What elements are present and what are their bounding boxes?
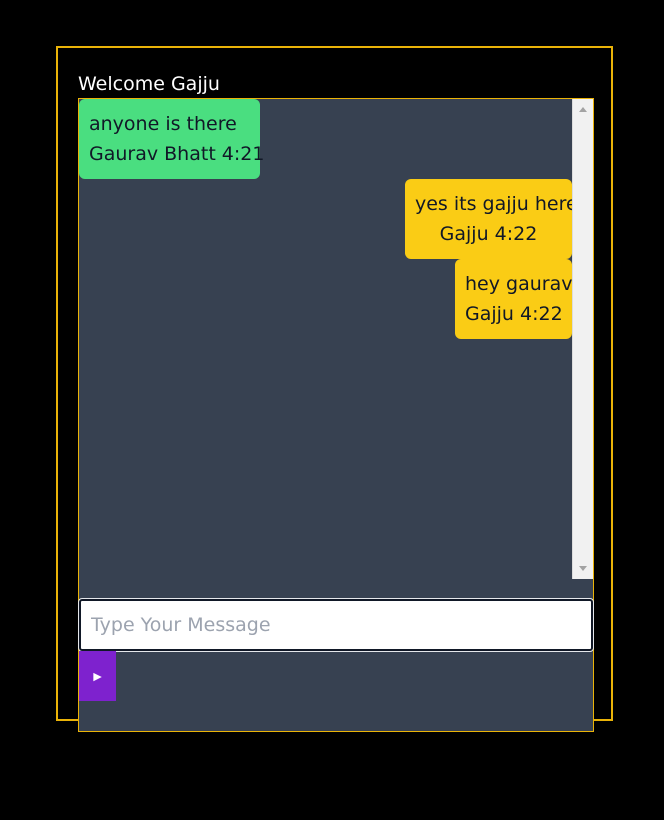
welcome-heading: Welcome Gajju [78,73,220,95]
message-bubble-outgoing: yes its gajju here Gajju 4:22 [405,179,578,259]
message-meta: Gajju 4:22 [439,223,538,245]
message-text: anyone is there [89,113,237,135]
message-text: yes its gajju here [415,193,578,215]
message-input[interactable] [81,601,591,649]
scroll-down-icon[interactable] [579,566,587,571]
message-input-wrapper [78,598,594,652]
message-meta: Gaurav Bhatt 4:21 [89,143,265,165]
message-text: hey gaurav [465,273,573,295]
message-scrollbar[interactable] [572,99,593,579]
scroll-up-icon[interactable] [579,107,587,112]
message-list: anyone is there Gaurav Bhatt 4:21 yes it… [79,99,578,579]
message-meta: Gajju 4:22 [465,303,563,325]
send-arrow-icon: ► [90,668,105,684]
chat-panel: anyone is there Gaurav Bhatt 4:21 yes it… [78,98,594,732]
send-button[interactable]: ► [79,651,116,701]
message-bubble-outgoing: hey gaurav Gajju 4:22 [455,259,572,339]
message-bubble-incoming: anyone is there Gaurav Bhatt 4:21 [79,99,265,179]
